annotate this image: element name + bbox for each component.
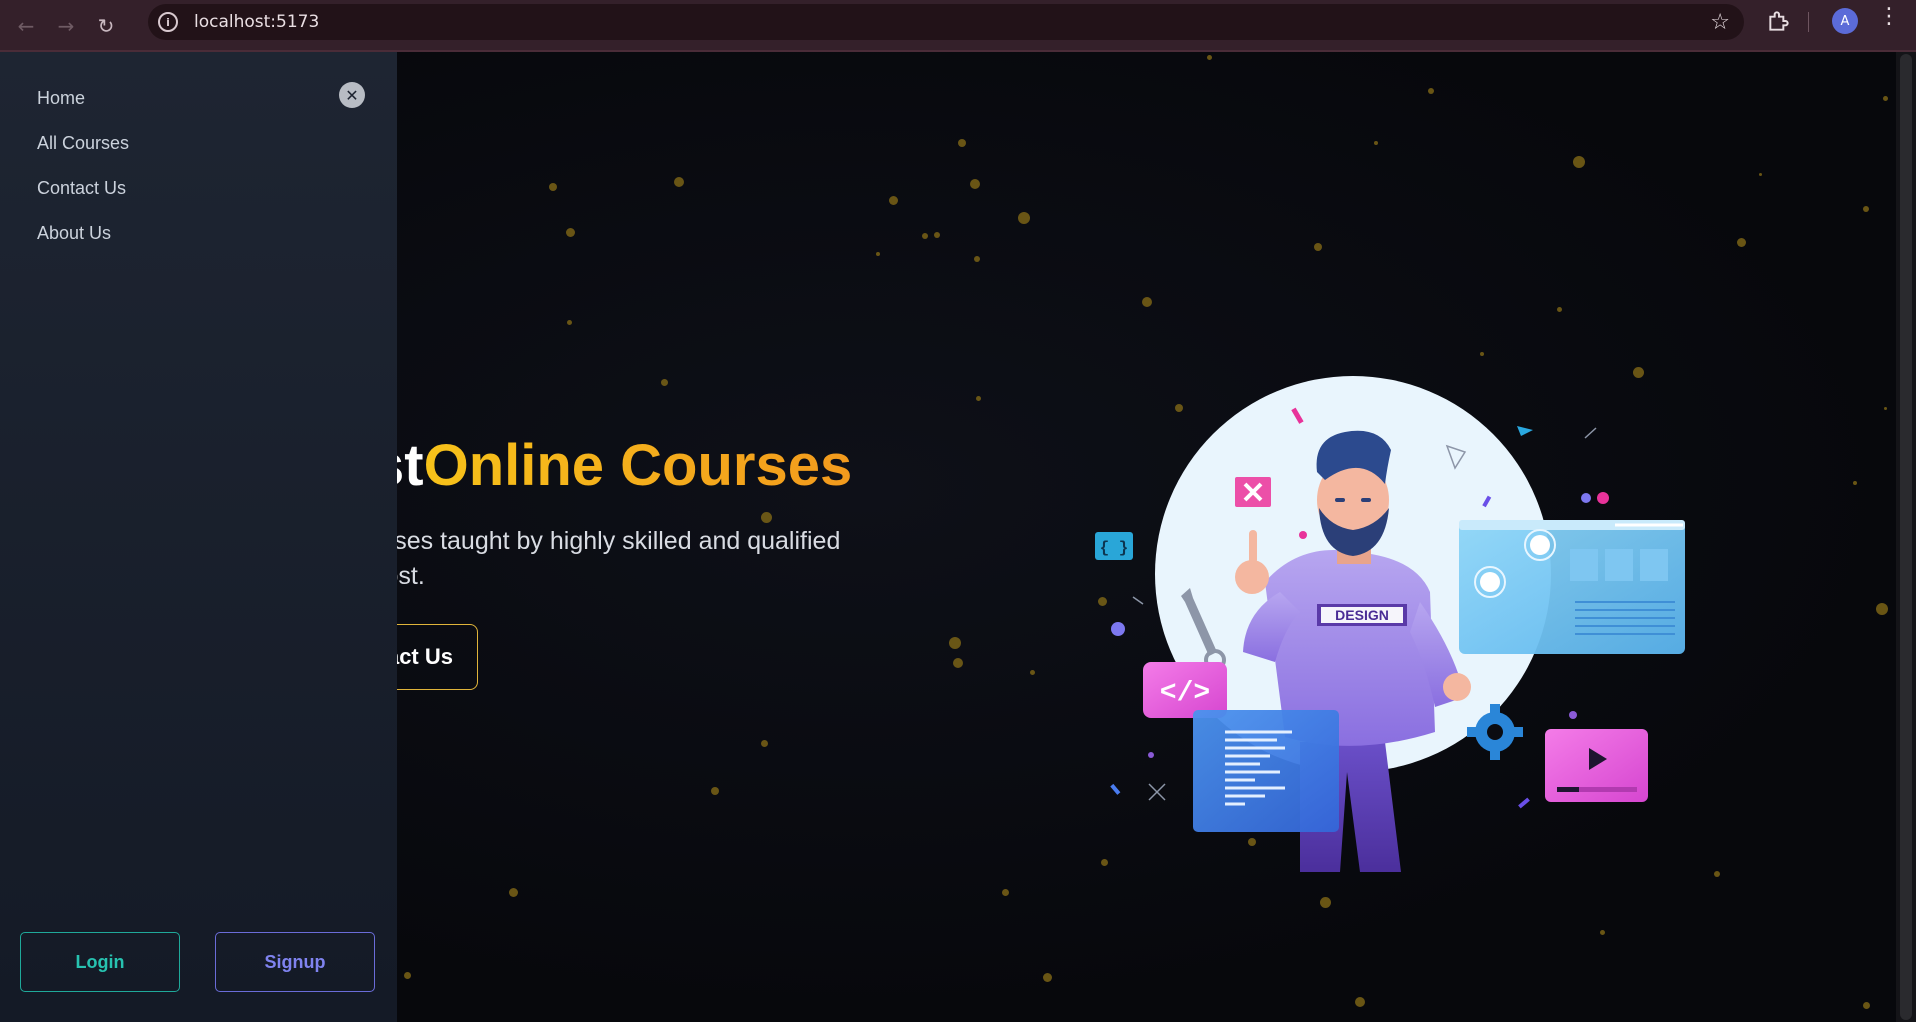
particle-dot bbox=[922, 233, 928, 239]
extensions-puzzle-icon[interactable] bbox=[1766, 8, 1792, 34]
sidebar-drawer: Home All Courses Contact Us About Us ✕ L… bbox=[0, 52, 397, 1022]
particle-dot bbox=[1862, 1001, 1870, 1009]
design-badge-text: DESIGN bbox=[1335, 607, 1389, 623]
particle-dot bbox=[549, 183, 557, 191]
particle-dot bbox=[975, 395, 981, 401]
particle-dot bbox=[1319, 896, 1331, 908]
forward-arrow-icon[interactable]: → bbox=[46, 6, 86, 46]
particle-dot bbox=[1355, 997, 1365, 1007]
sidebar-nav: Home All Courses Contact Us About Us bbox=[37, 84, 129, 264]
particle-dot bbox=[974, 256, 980, 262]
particle-dot bbox=[953, 658, 963, 668]
particle-dot bbox=[403, 971, 411, 979]
site-info-icon[interactable]: i bbox=[158, 12, 178, 32]
hero-description-line: urses taught by highly skilled and quali… bbox=[372, 527, 841, 555]
particle-dot bbox=[1142, 297, 1152, 307]
menu-kebab-icon[interactable]: ⋮ bbox=[1878, 6, 1900, 28]
signup-button[interactable]: Signup bbox=[215, 932, 375, 992]
close-icon[interactable]: ✕ bbox=[339, 82, 365, 108]
back-arrow-icon[interactable]: ← bbox=[6, 6, 46, 46]
particle-dot bbox=[1573, 156, 1585, 168]
particle-dot bbox=[1001, 888, 1009, 896]
particle-dot bbox=[1206, 54, 1212, 60]
svg-text:{ }: { } bbox=[1100, 539, 1129, 557]
particle-dot bbox=[1029, 669, 1035, 675]
particle-dot bbox=[566, 319, 572, 325]
hero-title: stOnline Courses bbox=[372, 432, 852, 499]
url-text[interactable]: localhost:5173 bbox=[194, 12, 319, 32]
particle-dot bbox=[1714, 871, 1720, 877]
particle-dot bbox=[1883, 406, 1887, 410]
particle-dot bbox=[565, 227, 575, 237]
browser-toolbar: ← → ↻ i localhost:5173 ☆ A ⋮ bbox=[0, 0, 1916, 52]
particle-dot bbox=[674, 177, 684, 187]
particle-dot bbox=[1374, 141, 1378, 145]
toolbar-divider bbox=[1808, 12, 1809, 32]
hero-description: urses taught by highly skilled and quali… bbox=[372, 524, 892, 594]
profile-avatar[interactable]: A bbox=[1832, 8, 1858, 34]
hero-illustration: { } DESIGN </> bbox=[1095, 376, 1685, 872]
reload-icon[interactable]: ↻ bbox=[86, 6, 126, 46]
particle-dot bbox=[1736, 237, 1746, 247]
particle-dot bbox=[1018, 212, 1030, 224]
particle-dot bbox=[1853, 481, 1857, 485]
particle-dot bbox=[660, 378, 668, 386]
particle-dot bbox=[934, 232, 940, 238]
particle-dot bbox=[949, 637, 961, 649]
svg-text:</>: </> bbox=[1160, 678, 1210, 709]
particle-dot bbox=[1882, 95, 1888, 101]
hero-title-accent: Online Courses bbox=[423, 433, 853, 498]
particle-dot bbox=[970, 179, 980, 189]
particle-dot bbox=[1314, 243, 1322, 251]
sidebar-item-home[interactable]: Home bbox=[37, 84, 129, 129]
particle-dot bbox=[760, 511, 772, 523]
particle-dot bbox=[1556, 306, 1562, 312]
particle-dot bbox=[508, 887, 518, 897]
particle-dot bbox=[1758, 172, 1762, 176]
sidebar-item-about-us[interactable]: About Us bbox=[37, 219, 129, 264]
particle-dot bbox=[760, 739, 768, 747]
particle-dot bbox=[958, 139, 966, 147]
hero-description-line: cost. bbox=[372, 562, 425, 590]
particle-dot bbox=[711, 787, 719, 795]
login-button[interactable]: Login bbox=[20, 932, 180, 992]
bookmark-star-icon[interactable]: ☆ bbox=[1710, 10, 1730, 35]
particle-dot bbox=[1876, 603, 1888, 615]
particle-dot bbox=[1599, 929, 1605, 935]
particle-dot bbox=[888, 195, 898, 205]
address-bar[interactable]: i localhost:5173 ☆ bbox=[148, 4, 1744, 40]
page-scrollbar-track[interactable] bbox=[1896, 52, 1916, 1022]
particle-dot bbox=[1428, 88, 1434, 94]
particle-dot bbox=[1863, 206, 1869, 212]
page-scrollbar-thumb[interactable] bbox=[1900, 54, 1912, 1020]
particle-dot bbox=[876, 252, 880, 256]
sidebar-item-all-courses[interactable]: All Courses bbox=[37, 129, 129, 174]
sidebar-item-contact-us[interactable]: Contact Us bbox=[37, 174, 129, 219]
particle-dot bbox=[1042, 972, 1052, 982]
